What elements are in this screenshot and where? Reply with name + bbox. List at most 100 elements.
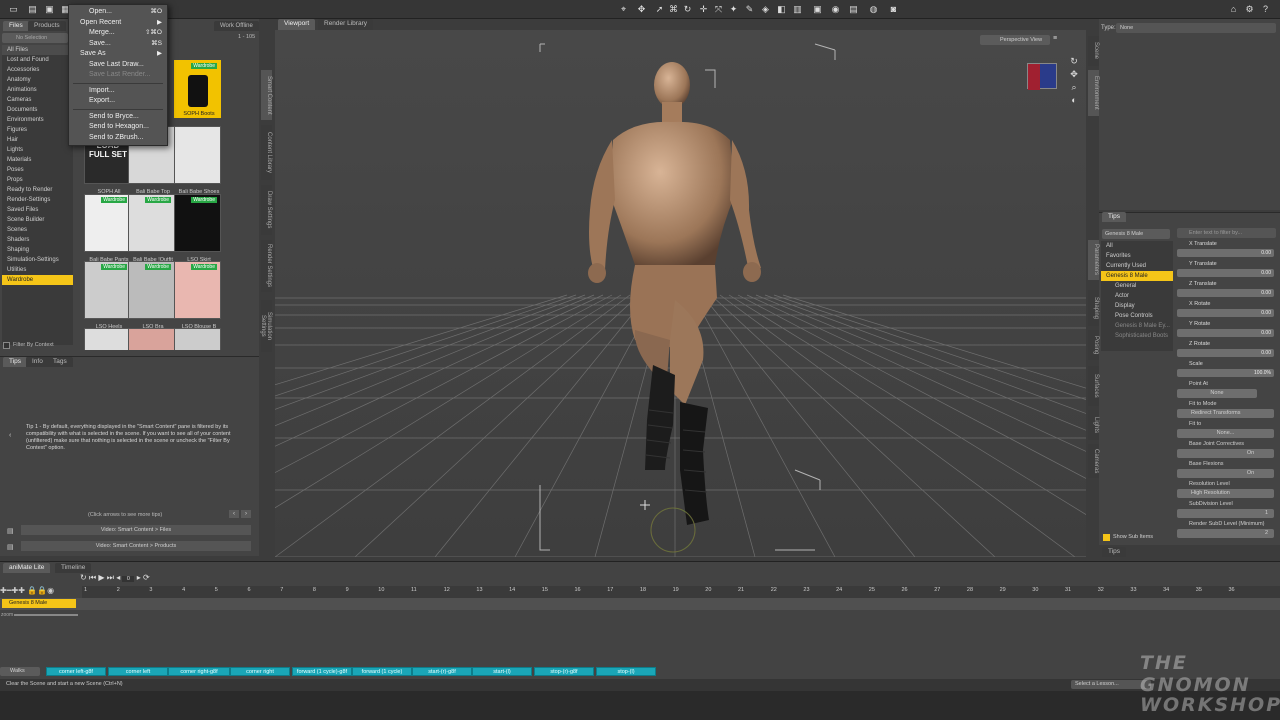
spot-render-icon[interactable]: ▣ xyxy=(812,4,823,15)
lesson-button[interactable]: stop-(l) xyxy=(596,667,656,676)
menu-open-recent[interactable]: Open Recent ▶ xyxy=(69,18,167,29)
point-at-select[interactable]: None xyxy=(1177,389,1257,398)
orbit-icon[interactable]: ↻ xyxy=(1067,55,1081,68)
lesson-button[interactable]: corner left xyxy=(108,667,168,676)
side-tab[interactable]: Render Settings xyxy=(261,240,272,292)
key-icon[interactable]: ◉ xyxy=(47,586,54,595)
tab-tags[interactable]: Tags xyxy=(47,357,73,367)
render-library-icon[interactable]: ▤ xyxy=(848,4,859,15)
lesson-button[interactable]: forward (1 cycle) xyxy=(352,667,412,676)
prev-frame-icon[interactable]: ◂ xyxy=(116,573,120,582)
category-item[interactable]: Accessories xyxy=(2,65,73,75)
category-item[interactable]: Anatomy xyxy=(2,75,73,85)
category-header[interactable]: All Files xyxy=(2,45,73,55)
menu-export[interactable]: Export... xyxy=(69,96,167,107)
thumb-partial[interactable] xyxy=(128,328,175,350)
work-offline-button[interactable]: Work Offline xyxy=(214,21,259,31)
side-tab-posing[interactable]: Posing xyxy=(1088,330,1099,360)
refresh-icon[interactable]: ⟳ xyxy=(143,573,150,582)
add-track-icon[interactable]: ✚ xyxy=(0,586,7,595)
render-subd-slider[interactable]: 2 xyxy=(1177,529,1274,538)
home-icon[interactable]: ⌂ xyxy=(1228,4,1239,15)
move-down-icon[interactable]: ✚ xyxy=(18,586,25,595)
menu-send-hexagon[interactable]: Send to Hexagon... xyxy=(69,122,167,133)
param-slider[interactable]: 0.00 xyxy=(1177,329,1274,337)
render-icon[interactable]: ◉ xyxy=(830,4,841,15)
frame-input[interactable]: 0 xyxy=(122,576,135,582)
viewport-menu-icon[interactable]: ≡ xyxy=(1053,35,1057,42)
thumb-bali-shoes[interactable]: Bali Babe Shoes xyxy=(174,126,221,195)
param-slider[interactable]: 0.00 xyxy=(1177,289,1274,297)
thumb-bali-pants[interactable]: Wardrobe Bali Babe Pants xyxy=(84,194,131,263)
lock-icon[interactable]: 🔒 xyxy=(27,586,37,595)
thumb-lso-bra[interactable]: Wardrobe LSO Bra xyxy=(128,261,175,330)
lesson-button[interactable]: corner left-g8f xyxy=(46,667,106,676)
side-tab[interactable]: Draw Settings xyxy=(261,185,272,235)
side-tab[interactable]: Smart Content xyxy=(261,70,272,120)
base-joint-toggle[interactable]: On xyxy=(1177,449,1274,458)
category-item[interactable]: Figures xyxy=(2,125,73,135)
figure-select[interactable]: Genesis 8 Male xyxy=(1102,229,1170,239)
active-pose-icon[interactable]: ✦ xyxy=(728,4,739,15)
category-item[interactable]: Ready to Render xyxy=(2,185,73,195)
video-files-button[interactable]: Video: Smart Content > Files xyxy=(21,525,251,535)
menu-merge[interactable]: Merge... ⇧⌘O xyxy=(69,28,167,39)
search-input[interactable]: No Selection xyxy=(2,33,68,43)
side-tab[interactable]: Content Library xyxy=(261,125,272,180)
thumb-lso-heels[interactable]: Wardrobe LSO Heels xyxy=(84,261,131,330)
node-select-icon[interactable]: ⌘ xyxy=(668,4,679,15)
tree-node[interactable]: Display xyxy=(1101,301,1173,311)
fit-to-mode-select[interactable]: Redirect Transforms xyxy=(1177,409,1274,418)
category-item[interactable]: Cameras xyxy=(2,95,73,105)
select-tool-icon[interactable]: ➚ xyxy=(654,4,665,15)
lesson-select[interactable]: Select a Lesson... xyxy=(1071,680,1151,689)
pan-icon[interactable]: ✥ xyxy=(1067,68,1081,81)
next-tip-button[interactable]: › xyxy=(241,510,251,518)
region-tool-icon[interactable]: ▥ xyxy=(792,4,803,15)
base-flexions-toggle[interactable]: On xyxy=(1177,469,1274,478)
tree-node[interactable]: Favorites xyxy=(1101,251,1173,261)
camera-tool-icon[interactable]: ⌖ xyxy=(618,4,629,15)
param-slider[interactable]: 0.00 xyxy=(1177,269,1274,277)
camera-icon[interactable]: ◙ xyxy=(888,4,899,15)
lesson-button[interactable]: corner right xyxy=(230,667,290,676)
settings-icon[interactable]: ⚙ xyxy=(1244,4,1255,15)
menu-save[interactable]: Save... ⌘S xyxy=(69,39,167,50)
category-item[interactable]: Environments xyxy=(2,115,73,125)
category-item[interactable]: Materials xyxy=(2,155,73,165)
category-item[interactable]: Documents xyxy=(2,105,73,115)
param-slider[interactable]: 0.00 xyxy=(1177,249,1274,257)
tab-render-library[interactable]: Render Library xyxy=(318,19,373,30)
perspective-view-select[interactable]: Perspective View xyxy=(980,35,1050,45)
frame-icon[interactable]: ◐ xyxy=(1067,94,1081,107)
resolution-select[interactable]: High Resolution xyxy=(1177,489,1274,498)
tree-node[interactable]: Pose Controls xyxy=(1101,311,1173,321)
param-slider[interactable]: 0.00 xyxy=(1177,309,1274,317)
tab-info[interactable]: Info xyxy=(26,357,49,367)
category-item[interactable]: Shaders xyxy=(2,235,73,245)
category-item[interactable]: Props xyxy=(2,175,73,185)
side-tab-surfaces[interactable]: Surfaces xyxy=(1088,366,1099,406)
tab-viewport[interactable]: Viewport xyxy=(278,19,316,30)
category-item[interactable]: Hair xyxy=(2,135,73,145)
lock-icon[interactable]: 🔒 xyxy=(37,586,47,595)
tree-node[interactable]: Sophisticated Boots xyxy=(1101,331,1173,341)
side-tab-shaping[interactable]: Shaping xyxy=(1088,290,1099,326)
menu-send-bryce[interactable]: Send to Bryce... xyxy=(69,112,167,123)
param-slider[interactable]: 0.00 xyxy=(1177,349,1274,357)
tree-node[interactable]: General xyxy=(1101,281,1173,291)
skip-end-icon[interactable]: ⏭ xyxy=(107,573,114,582)
prev-tip-button[interactable]: ‹ xyxy=(229,510,239,518)
tab-products[interactable]: Products xyxy=(28,21,66,31)
tab-timeline[interactable]: Timeline xyxy=(55,563,92,573)
tree-node[interactable]: Genesis 8 Male Ey... xyxy=(1101,321,1173,331)
menu-send-zbrush[interactable]: Send to ZBrush... xyxy=(69,133,167,144)
filter-checkbox[interactable] xyxy=(3,342,10,349)
category-item[interactable]: Scene Builder xyxy=(2,215,73,225)
geometry-editor-icon[interactable]: ◈ xyxy=(760,4,771,15)
category-item[interactable]: Lost and Found xyxy=(2,55,73,65)
menu-open[interactable]: Open... ⌘O xyxy=(69,7,167,18)
side-tab[interactable]: Simulation Settings xyxy=(260,300,272,352)
iray-icon[interactable]: ◍ xyxy=(868,4,879,15)
surface-tool-icon[interactable]: ◧ xyxy=(776,4,787,15)
